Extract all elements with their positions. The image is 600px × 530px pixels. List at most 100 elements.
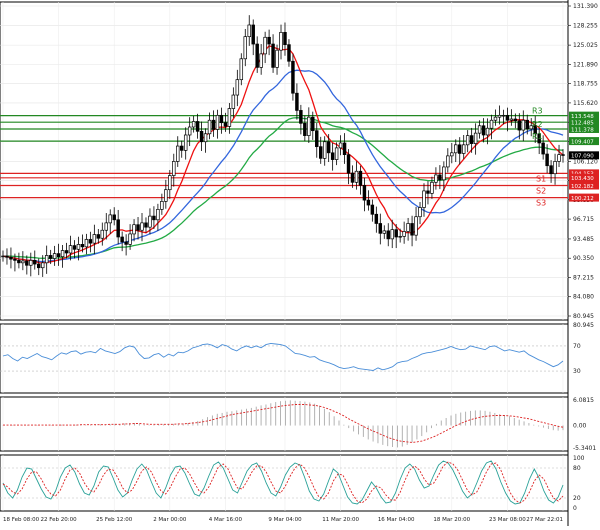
candle-body [9, 256, 13, 260]
candle-body [434, 174, 438, 183]
candle-body [545, 153, 549, 167]
candle-body [378, 223, 383, 234]
stoch-tick-label: 20 [573, 495, 581, 502]
candle-body [33, 260, 37, 265]
candle-body [176, 145, 180, 162]
candle-body [128, 233, 132, 245]
candle-body [29, 260, 33, 266]
candle-body [227, 108, 232, 127]
level-name-S2: S2 [536, 186, 546, 195]
candle-body [207, 119, 212, 135]
time-tick-label: 18 Mar 20:00 [433, 517, 470, 523]
candle-body [72, 245, 77, 250]
candle-body [330, 152, 335, 160]
candle-body [84, 239, 89, 248]
candle-body [485, 127, 490, 136]
candle-body [461, 144, 466, 154]
candle-body [267, 36, 271, 45]
level-tag-value: 102.182 [571, 184, 594, 190]
candle-body [13, 258, 17, 261]
candle-body [132, 224, 136, 235]
candle-body [299, 110, 303, 124]
price-tick-label: 128.255 [573, 22, 598, 29]
candle-body [561, 154, 565, 156]
candle-body [422, 190, 426, 208]
candle-body [350, 172, 355, 183]
candle-body [140, 222, 144, 231]
candle-body [366, 199, 371, 206]
candle-body [80, 244, 85, 248]
time-tick-label: 27 Mar 22:01 [526, 517, 563, 523]
candle-body [179, 145, 184, 151]
price-tick-label: 121.890 [573, 61, 598, 68]
chart-svg: 131.390 128.255 125.025 121.890 118.755 115.6… [0, 0, 599, 526]
candle-body [326, 141, 331, 154]
candle-body [156, 208, 160, 221]
candle-body [5, 255, 9, 258]
candle-body [521, 119, 526, 131]
level-name-S1: S1 [536, 174, 546, 183]
candle-body [223, 122, 228, 127]
candle-body [152, 215, 156, 221]
candle-body [160, 201, 164, 210]
price-tick-label: 87.215 [573, 274, 594, 281]
candle-body [287, 44, 291, 62]
candle-body [414, 216, 418, 236]
candle-body [235, 79, 240, 96]
candle-body [497, 114, 502, 118]
candle-body [21, 260, 25, 264]
candle-body [183, 134, 188, 151]
candle-body [187, 126, 192, 136]
candle-body [549, 165, 553, 175]
price-tick-label: 125.025 [573, 42, 598, 49]
candle-body [426, 190, 430, 194]
candle-body [124, 241, 128, 245]
candle-body [64, 250, 69, 254]
price-tick-label: 80.945 [573, 313, 594, 320]
trading-chart: 131.390 128.255 125.025 121.890 118.755 115.6… [0, 0, 600, 526]
candle-body [100, 229, 105, 239]
candle-body [469, 135, 474, 144]
candle-body [275, 49, 279, 68]
candle-body [291, 60, 295, 94]
candle-body [56, 253, 61, 258]
candle-body [454, 144, 458, 154]
candle-body [251, 24, 255, 45]
stoch-tick-label: 100 [573, 455, 585, 462]
candle-body [211, 119, 216, 130]
candle-body [283, 32, 287, 46]
level-name-R1: R1 [532, 132, 543, 141]
candle-body [311, 116, 315, 132]
candle-body [374, 213, 379, 224]
candle-body [541, 142, 545, 155]
panel-frame-1 [0, 323, 569, 394]
candle-body [334, 147, 339, 160]
price-tick-label: 118.755 [573, 81, 598, 88]
candle-body [557, 154, 561, 162]
candle-body [279, 32, 283, 51]
candle-body [442, 166, 446, 181]
candle-body [517, 120, 522, 131]
level-tag-value: 109.407 [571, 139, 594, 145]
candle-body [136, 224, 140, 231]
candle-body [430, 181, 434, 194]
osc-tick-label: 30 [573, 368, 581, 375]
candle-body [386, 230, 390, 240]
candle-body [473, 132, 478, 144]
time-tick-label: 25 Feb 12:00 [96, 517, 133, 523]
candle-body [338, 142, 343, 149]
candle-body [25, 260, 29, 266]
candle-body [390, 229, 394, 240]
candle-body [112, 214, 116, 221]
level-tag-value: 111.378 [571, 127, 594, 133]
candle-body [438, 174, 442, 181]
candle-body [354, 170, 359, 183]
candle-body [96, 234, 101, 239]
time-tick-label: 22 Feb 20:00 [41, 517, 78, 523]
candle-body [120, 236, 124, 243]
candle-body [172, 161, 176, 176]
candle-body [362, 185, 367, 201]
time-tick-label: 4 Mar 16:00 [209, 517, 243, 523]
candle-body [52, 253, 57, 259]
candle-body [346, 154, 351, 174]
